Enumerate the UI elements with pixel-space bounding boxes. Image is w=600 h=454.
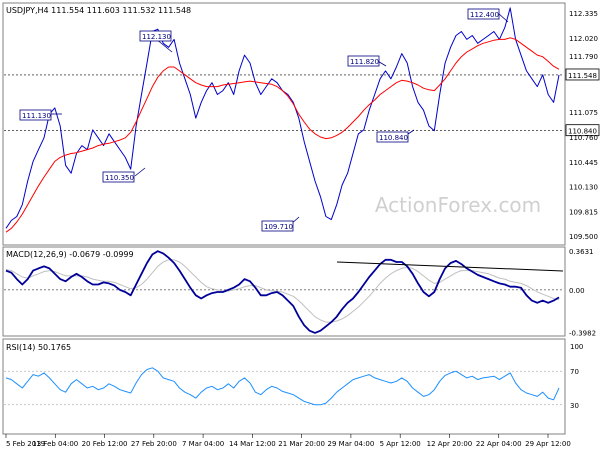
macd-tick-label: 0.00 — [569, 287, 585, 295]
price-tick-label: 111.790 — [569, 53, 598, 61]
chart-root: USDJPY,H4 111.554 111.603 111.532 111.54… — [0, 0, 600, 450]
x-tick-label: 29 Apr 12:00 — [525, 440, 571, 448]
x-tick-label: 14 Mar 12:00 — [229, 440, 276, 448]
chart-background — [0, 0, 600, 450]
x-tick-label: 27 Feb 20:00 — [131, 440, 177, 448]
rsi-tick-label: 30 — [570, 402, 579, 410]
price-tick-label: 110.130 — [569, 184, 598, 192]
annotation-label: 112.400 — [470, 11, 499, 19]
x-tick-label: 21 Mar 20:00 — [278, 440, 325, 448]
price-tick-label: 112.335 — [569, 10, 598, 18]
rsi-panel-title: RSI(14) 50.1765 — [6, 343, 71, 352]
x-tick-label: 29 Mar 04:00 — [328, 440, 375, 448]
rsi-tick-label: 100 — [570, 343, 583, 351]
macd-tick-label: -0.3982 — [569, 330, 596, 338]
x-tick-label: 12 Apr 20:00 — [427, 440, 473, 448]
annotation-label: 110.840 — [379, 134, 408, 142]
x-tick-label: 5 Apr 12:00 — [380, 440, 421, 448]
price-tick-label: 109.815 — [569, 208, 598, 216]
macd-tick-label: 0.3631 — [569, 248, 594, 256]
annotation-label: 112.130 — [142, 33, 171, 41]
macd-panel-title: MACD(12,26,9) -0.0679 -0.0999 — [6, 250, 134, 259]
price-panel-title: USDJPY,H4 111.554 111.603 111.532 111.54… — [6, 6, 191, 15]
annotation-label: 109.710 — [264, 223, 293, 231]
forex-chart: USDJPY,H4 111.554 111.603 111.532 111.54… — [0, 0, 600, 450]
x-tick-label: 13 Feb 04:00 — [32, 440, 78, 448]
price-tick-label: 111.075 — [569, 109, 598, 117]
rsi-tick-label: 70 — [570, 368, 579, 376]
price-tick-label: 110.445 — [569, 159, 598, 167]
watermark: ActionForex.com — [375, 193, 541, 217]
x-tick-label: 7 Mar 04:00 — [182, 440, 224, 448]
annotation-label: 110.350 — [105, 174, 134, 182]
price-tick-label: 112.020 — [569, 35, 598, 43]
price-tick-label: 110.760 — [569, 134, 598, 142]
price-tick-label: 109.500 — [569, 233, 598, 241]
annotation-label: 111.820 — [350, 58, 379, 66]
x-tick-label: 22 Apr 04:00 — [476, 440, 522, 448]
annotation-label: 111.130 — [22, 112, 51, 120]
x-tick-label: 20 Feb 12:00 — [82, 440, 128, 448]
price-tick-label: 111.548 — [568, 72, 597, 80]
